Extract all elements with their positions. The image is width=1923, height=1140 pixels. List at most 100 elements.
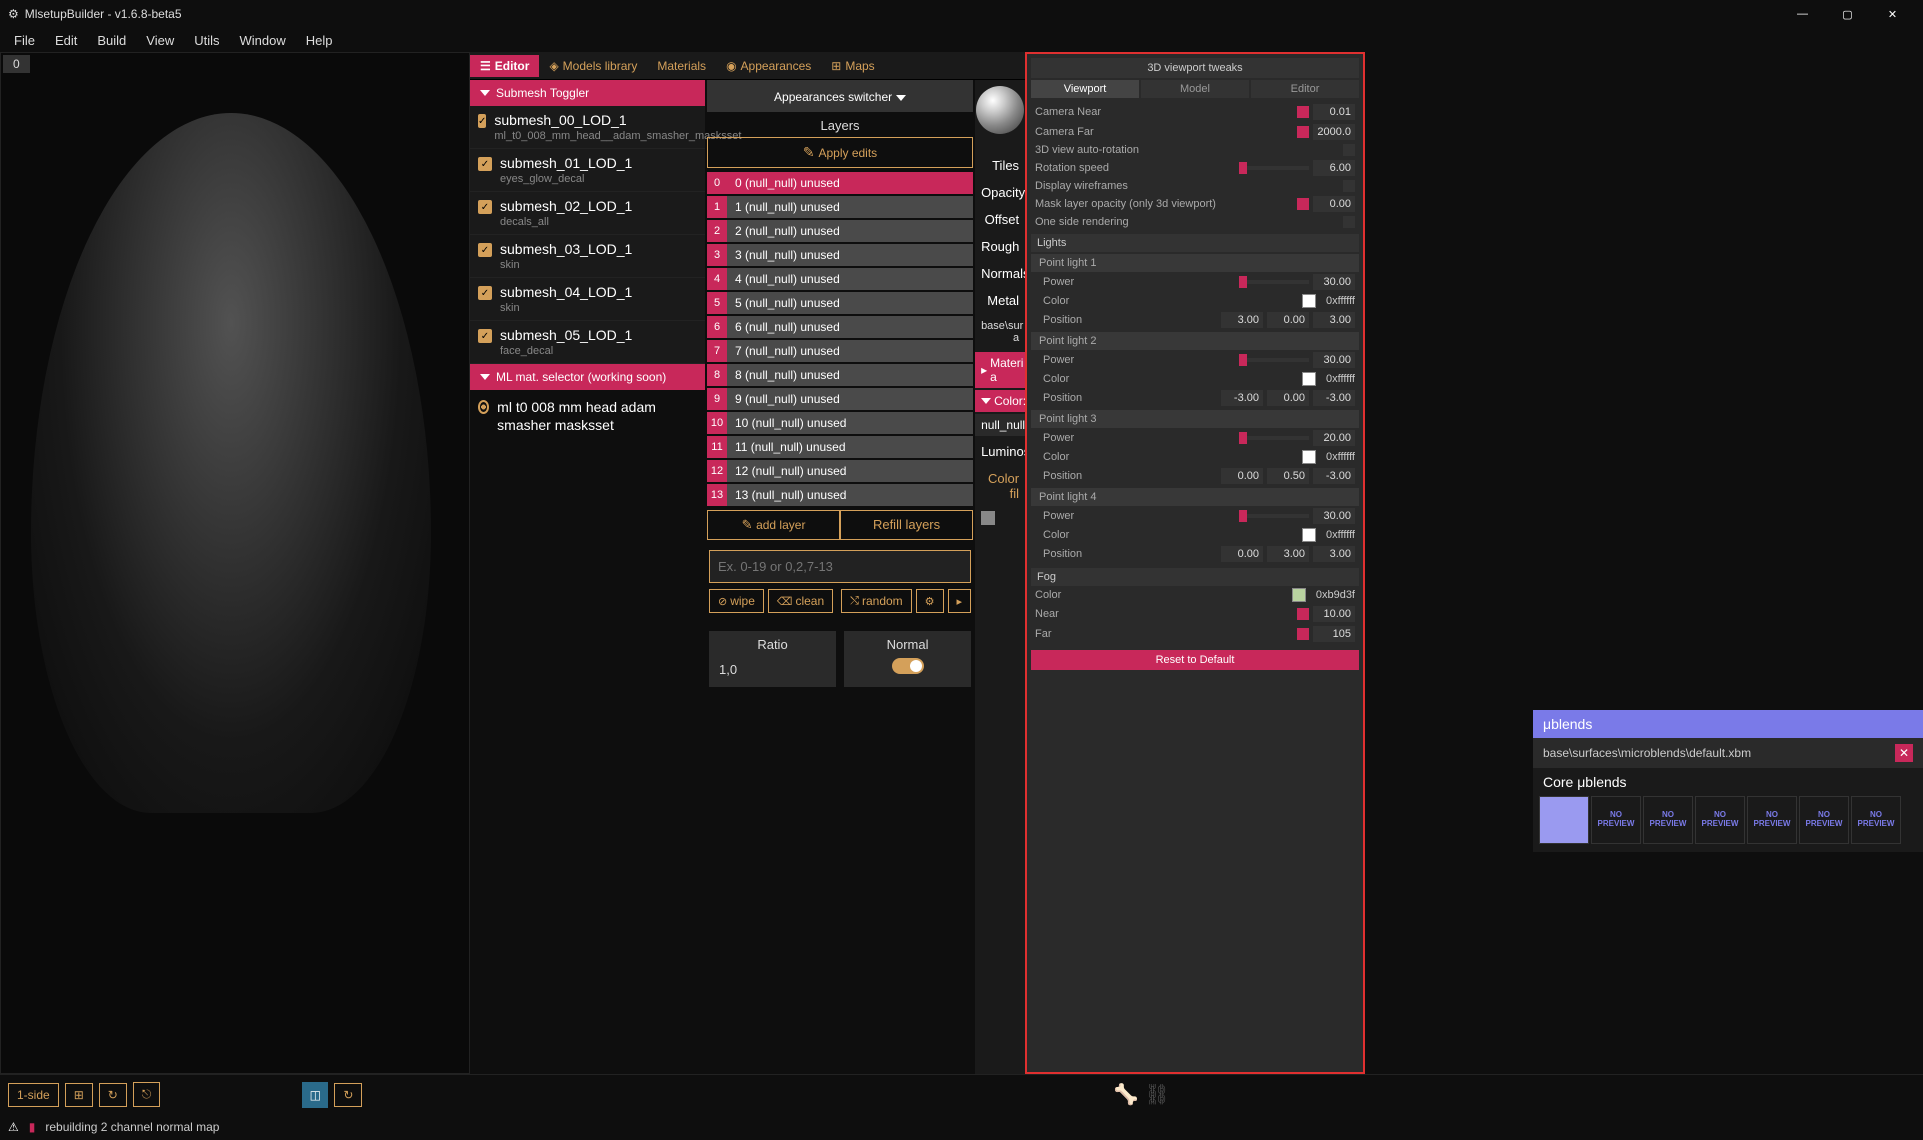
power-slider[interactable]: [1239, 436, 1309, 440]
layer-item[interactable]: 66 (null_null) unused: [707, 316, 973, 338]
ratio-value[interactable]: 1,0: [715, 658, 830, 681]
ublend-thumb[interactable]: NO PREVIEW: [1799, 796, 1849, 844]
submesh-item[interactable]: ✓submesh_01_LOD_1eyes_glow_decal: [470, 149, 705, 192]
layout-icon[interactable]: ◫: [302, 1082, 328, 1108]
submesh-item[interactable]: ✓submesh_00_LOD_1ml_t0_008_mm_head__adam…: [470, 106, 705, 149]
point-light-header[interactable]: Point light 4: [1031, 488, 1359, 506]
tweaks-tab-viewport[interactable]: Viewport: [1031, 80, 1139, 98]
color-swatch[interactable]: [1302, 528, 1316, 542]
checkbox-icon[interactable]: ✓: [478, 329, 492, 343]
tweaks-tab-model[interactable]: Model: [1141, 80, 1249, 98]
prop-rough[interactable]: Rough: [975, 235, 1025, 258]
ublend-thumb[interactable]: NO PREVIEW: [1643, 796, 1693, 844]
ublend-thumb[interactable]: NO PREVIEW: [1851, 796, 1901, 844]
3d-viewport[interactable]: 0: [0, 52, 470, 1074]
color-swatch[interactable]: [1302, 450, 1316, 464]
anchor-icon[interactable]: ⎋: [133, 1082, 161, 1107]
menu-help[interactable]: Help: [296, 31, 343, 50]
settings-icon[interactable]: ⚙: [916, 589, 944, 613]
materials-button[interactable]: ▸Materi a: [975, 352, 1025, 388]
layer-item[interactable]: 00 (null_null) unused: [707, 172, 973, 194]
layer-item[interactable]: 77 (null_null) unused: [707, 340, 973, 362]
ublend-thumb[interactable]: NO PREVIEW: [1695, 796, 1745, 844]
prop-opacity[interactable]: Opacity: [975, 181, 1025, 204]
checkbox-icon[interactable]: ✓: [478, 114, 486, 128]
layer-item[interactable]: 11 (null_null) unused: [707, 196, 973, 218]
layer-item[interactable]: 1212 (null_null) unused: [707, 460, 973, 482]
fog-color-swatch[interactable]: [1292, 588, 1306, 602]
one-side-checkbox[interactable]: [1343, 216, 1355, 228]
menu-file[interactable]: File: [4, 31, 45, 50]
camera-near-slider[interactable]: [1297, 106, 1309, 118]
layer-item[interactable]: 22 (null_null) unused: [707, 220, 973, 242]
menu-utils[interactable]: Utils: [184, 31, 229, 50]
prop-tiles[interactable]: Tiles: [975, 154, 1025, 177]
grid-icon[interactable]: ⊞: [65, 1083, 93, 1107]
ublend-thumb[interactable]: [1539, 796, 1589, 844]
fog-section[interactable]: Fog: [1031, 568, 1359, 586]
tab-materials[interactable]: Materials: [647, 55, 716, 77]
tab-models-library[interactable]: ◈Models library: [539, 55, 647, 77]
link-icon[interactable]: ⛓: [1144, 1082, 1169, 1107]
layer-item[interactable]: 1111 (null_null) unused: [707, 436, 973, 458]
checkbox-icon[interactable]: ✓: [478, 157, 492, 171]
checkbox-icon[interactable]: ✓: [478, 200, 492, 214]
apply-edits-button[interactable]: ✎ Apply edits: [707, 137, 973, 168]
refill-layers-button[interactable]: Refill layers: [840, 510, 973, 540]
camera-far-slider[interactable]: [1297, 126, 1309, 138]
prop-normals[interactable]: Normals: [975, 262, 1025, 285]
point-light-header[interactable]: Point light 2: [1031, 332, 1359, 350]
mask-opacity-slider[interactable]: [1297, 198, 1309, 210]
prop-luminosity[interactable]: Luminosi: [975, 440, 1025, 463]
wireframes-checkbox[interactable]: [1343, 180, 1355, 192]
color-swatch[interactable]: [1302, 294, 1316, 308]
ublend-thumb[interactable]: NO PREVIEW: [1747, 796, 1797, 844]
submesh-toggler-header[interactable]: Submesh Toggler: [470, 80, 705, 106]
prop-metal[interactable]: Metal: [975, 289, 1025, 312]
color-swatch[interactable]: [1302, 372, 1316, 386]
side-button[interactable]: 1-side: [8, 1083, 59, 1107]
ublend-thumb[interactable]: NO PREVIEW: [1591, 796, 1641, 844]
add-layer-button[interactable]: ✎ add layer: [707, 510, 840, 540]
tweaks-tab-editor[interactable]: Editor: [1251, 80, 1359, 98]
layer-item[interactable]: 55 (null_null) unused: [707, 292, 973, 314]
auto-rotation-checkbox[interactable]: [1343, 144, 1355, 156]
layer-item[interactable]: 1010 (null_null) unused: [707, 412, 973, 434]
power-slider[interactable]: [1239, 358, 1309, 362]
point-light-header[interactable]: Point light 3: [1031, 410, 1359, 428]
submesh-item[interactable]: ✓submesh_05_LOD_1face_decal: [470, 321, 705, 364]
normal-toggle[interactable]: [892, 658, 924, 674]
prop-colorfill[interactable]: Color fil: [975, 467, 1025, 505]
menu-window[interactable]: Window: [230, 31, 296, 50]
bone-icon[interactable]: 🦴: [1114, 1082, 1139, 1107]
submesh-item[interactable]: ✓submesh_03_LOD_1skin: [470, 235, 705, 278]
refresh-icon[interactable]: ↻: [99, 1083, 127, 1107]
layer-range-input[interactable]: [709, 550, 971, 583]
ml-selector-header[interactable]: ML mat. selector (working soon): [470, 364, 705, 390]
tab-appearances[interactable]: ◉Appearances: [716, 55, 821, 77]
fog-far-slider[interactable]: [1297, 628, 1309, 640]
tab-editor[interactable]: ☰Editor: [470, 55, 539, 77]
menu-edit[interactable]: Edit: [45, 31, 87, 50]
layer-item[interactable]: 88 (null_null) unused: [707, 364, 973, 386]
color-swatch[interactable]: [981, 511, 995, 525]
prop-offset[interactable]: Offset: [975, 208, 1025, 231]
menu-build[interactable]: Build: [87, 31, 136, 50]
color-button[interactable]: Color:: [975, 390, 1025, 412]
minimize-button[interactable]: —: [1780, 0, 1825, 28]
rotation-speed-slider[interactable]: [1239, 166, 1309, 170]
reload-icon[interactable]: ↻: [334, 1083, 362, 1107]
maximize-button[interactable]: ▢: [1825, 0, 1870, 28]
tab-maps[interactable]: ⊞Maps: [821, 55, 884, 77]
submesh-item[interactable]: ✓submesh_04_LOD_1skin: [470, 278, 705, 321]
submesh-item[interactable]: ✓submesh_02_LOD_1decals_all: [470, 192, 705, 235]
wipe-button[interactable]: ⊘wipe: [709, 589, 764, 613]
layer-item[interactable]: 33 (null_null) unused: [707, 244, 973, 266]
menu-view[interactable]: View: [136, 31, 184, 50]
fog-near-slider[interactable]: [1297, 608, 1309, 620]
random-button[interactable]: ⤭random: [841, 589, 912, 613]
point-light-header[interactable]: Point light 1: [1031, 254, 1359, 272]
ml-material-item[interactable]: ml t0 008 mm head adam smasher masksset: [470, 390, 705, 442]
checkbox-icon[interactable]: ✓: [478, 286, 492, 300]
play-icon[interactable]: ▸: [948, 589, 972, 613]
